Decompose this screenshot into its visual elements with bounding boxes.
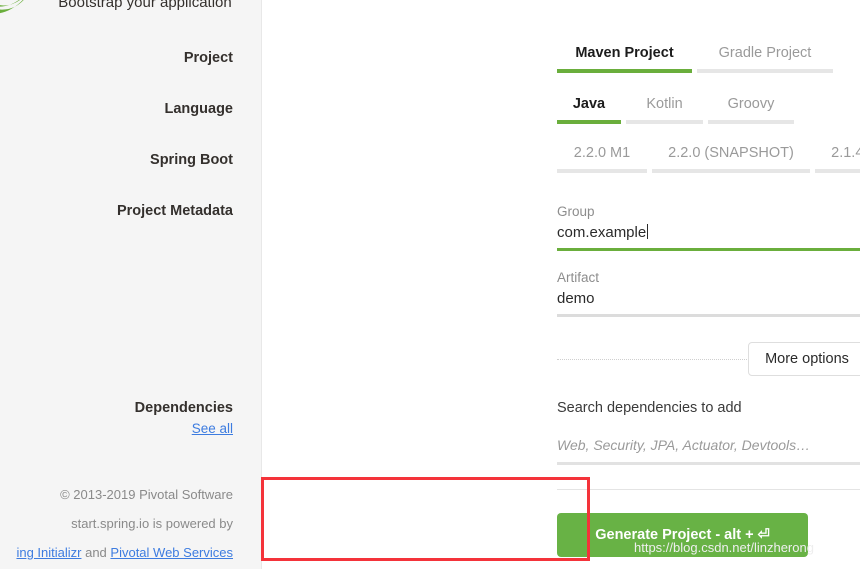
- tab-java-indicator: [557, 120, 621, 124]
- tab-java[interactable]: Java: [557, 96, 621, 124]
- footer-and-text: and: [81, 545, 111, 560]
- more-options-button[interactable]: More options: [748, 342, 860, 376]
- artifact-field-label: Artifact: [557, 270, 600, 285]
- tab-kotlin[interactable]: Kotlin: [626, 96, 703, 124]
- language-tabs: Java Kotlin Groovy: [557, 96, 799, 124]
- spring-boot-version-tabs: 2.2.0 M1 2.2.0 (SNAPSHOT) 2.1.4 (SNAPSHO…: [557, 145, 860, 173]
- tab-version-2-2-0-m1-indicator: [557, 169, 647, 173]
- search-dependencies-label: Search dependencies to add: [557, 400, 742, 416]
- footer: © 2013-2019 Pivotal Software start.sprin…: [3, 480, 233, 567]
- spring-initializr-page: Bootstrap your application Project Langu…: [0, 0, 860, 569]
- tab-kotlin-indicator: [626, 120, 703, 124]
- footer-powered-by: start.spring.io is powered by: [71, 516, 233, 531]
- sidebar-label-project: Project: [183, 50, 233, 66]
- tab-version-2-1-4-snapshot[interactable]: 2.1.4 (SNAPSHOT): [815, 145, 860, 173]
- tab-version-2-2-0-snapshot-label: 2.2.0 (SNAPSHOT): [668, 145, 794, 161]
- tab-gradle-project-indicator: [697, 69, 833, 73]
- tab-version-2-2-0-m1[interactable]: 2.2.0 M1: [557, 145, 647, 173]
- footer-link-pivotal-web-services[interactable]: Pivotal Web Services: [110, 545, 233, 560]
- group-field-underline: [557, 248, 860, 251]
- artifact-field-underline: [557, 314, 860, 317]
- tab-gradle-project[interactable]: Gradle Project: [697, 45, 833, 73]
- footer-link-initializr[interactable]: ing Initializr: [16, 545, 81, 560]
- see-all-link[interactable]: See all: [192, 421, 233, 436]
- generate-divider: [557, 489, 860, 490]
- sidebar-label-project-metadata: Project Metadata: [116, 203, 233, 219]
- tab-version-2-2-0-m1-label: 2.2.0 M1: [573, 145, 631, 161]
- search-dependencies-underline: [557, 462, 860, 465]
- more-options-row: More options: [557, 342, 860, 376]
- group-field[interactable]: Group com.example: [557, 204, 860, 251]
- tab-version-2-1-4-snapshot-indicator: [815, 169, 860, 173]
- page-title: Bootstrap your application: [58, 0, 232, 11]
- sidebar: Bootstrap your application Project Langu…: [0, 0, 262, 569]
- tab-kotlin-label: Kotlin: [646, 96, 683, 112]
- tab-maven-project[interactable]: Maven Project: [557, 45, 692, 73]
- tab-version-2-1-4-snapshot-label: 2.1.4 (SNAPSHOT): [831, 145, 860, 161]
- group-field-value-row[interactable]: com.example: [557, 224, 860, 248]
- tab-java-label: Java: [572, 96, 606, 112]
- footer-links: ing Initializr and Pivotal Web Services: [0, 538, 233, 567]
- text-cursor: [647, 224, 649, 239]
- sidebar-label-dependencies: Dependencies: [134, 400, 233, 416]
- generate-project-button[interactable]: Generate Project - alt + ⏎: [557, 513, 808, 557]
- search-dependencies-input[interactable]: Web, Security, JPA, Actuator, Devtools…: [557, 437, 860, 465]
- tab-groovy[interactable]: Groovy: [708, 96, 794, 124]
- tab-maven-project-label: Maven Project: [575, 45, 674, 61]
- tab-version-2-2-0-snapshot-indicator: [652, 169, 810, 173]
- search-dependencies-placeholder: Web, Security, JPA, Actuator, Devtools…: [557, 437, 811, 453]
- sidebar-label-spring-boot: Spring Boot: [150, 152, 233, 168]
- tab-groovy-indicator: [708, 120, 794, 124]
- project-type-tabs: Maven Project Gradle Project: [557, 45, 838, 73]
- group-field-value: com.example: [557, 224, 647, 241]
- tab-maven-project-indicator: [557, 69, 692, 73]
- tab-version-2-2-0-snapshot[interactable]: 2.2.0 (SNAPSHOT): [652, 145, 810, 173]
- group-field-label: Group: [557, 204, 595, 219]
- main-content: Maven Project Gradle Project Java Kotlin…: [262, 0, 860, 569]
- tab-gradle-project-label: Gradle Project: [718, 45, 812, 61]
- footer-copyright: © 2013-2019 Pivotal Software: [60, 487, 233, 502]
- artifact-field-value: demo: [557, 290, 595, 307]
- sidebar-label-language: Language: [164, 101, 233, 117]
- artifact-field[interactable]: Artifact demo: [557, 270, 860, 317]
- tab-groovy-label: Groovy: [727, 96, 775, 112]
